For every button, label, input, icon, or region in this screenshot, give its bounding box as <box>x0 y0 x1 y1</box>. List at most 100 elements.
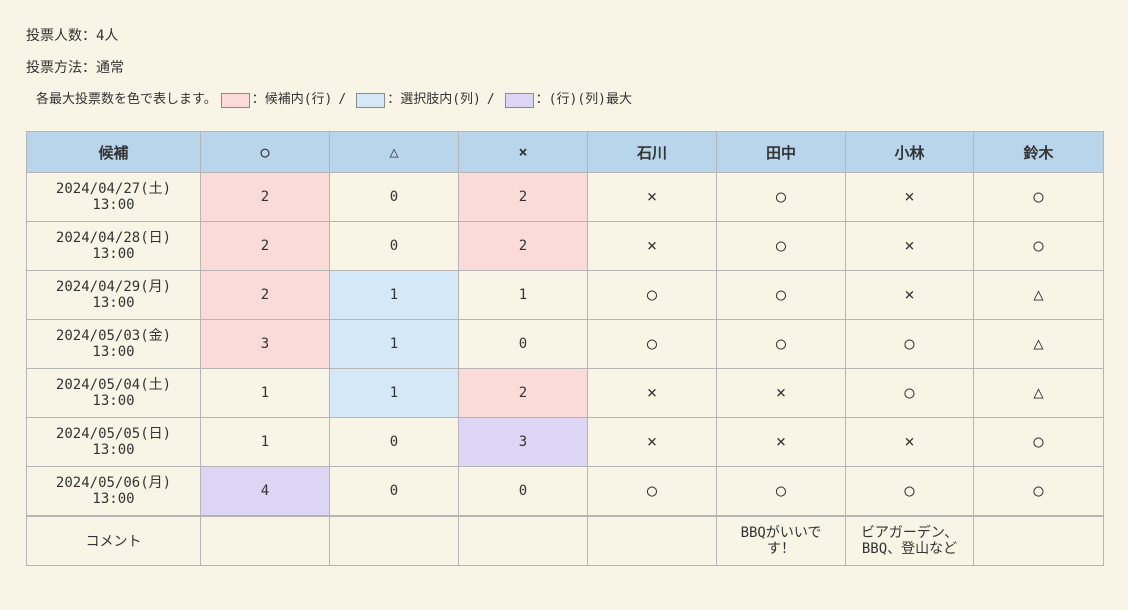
table-header-row: 候補 ○ △ × 石川 田中 小林 鈴木 <box>26 131 1104 173</box>
yes-count-cell: 3 <box>200 319 330 369</box>
comment-text: BBQがいいです！ <box>740 525 822 557</box>
table-row: 2024/05/04(土) 13:00 1 1 2 × × ○ △ <box>26 368 1104 418</box>
comment-cell <box>329 516 459 566</box>
vote-mark-cell: × <box>587 417 717 467</box>
table-row: 2024/04/29(月) 13:00 2 1 1 ○ ○ × △ <box>26 270 1104 320</box>
candidate-date: 2024/04/29(月) <box>55 279 172 295</box>
candidate-date: 2024/05/06(月) <box>55 475 172 491</box>
comment-cell <box>200 516 330 566</box>
no-count-cell: 2 <box>458 172 588 222</box>
yes-count-cell: 1 <box>200 368 330 418</box>
maybe-count-cell: 1 <box>329 319 459 369</box>
candidate-date-cell: 2024/04/27(土) 13:00 <box>26 172 201 222</box>
no-count-cell: 2 <box>458 368 588 418</box>
vote-mark-cell: ○ <box>716 172 846 222</box>
header-maybe-count: △ <box>329 131 459 173</box>
legend-both-swatch <box>504 92 534 108</box>
header-yes-count: ○ <box>200 131 330 173</box>
table-body: 2024/04/27(土) 13:00 2 0 2 × ○ × ○ 2024/04/28(日) 13… <box>26 172 1104 516</box>
candidate-date-cell: 2024/04/28(日) 13:00 <box>26 221 201 271</box>
vote-mark-cell: ○ <box>973 466 1104 516</box>
table-row: 2024/04/27(土) 13:00 2 0 2 × ○ × ○ <box>26 172 1104 222</box>
candidate-time: 13:00 <box>92 246 135 262</box>
yes-count-cell: 2 <box>200 172 330 222</box>
candidate-date-cell: 2024/05/05(日) 13:00 <box>26 417 201 467</box>
vote-mark-cell: ○ <box>973 417 1104 467</box>
maybe-count-cell: 0 <box>329 221 459 271</box>
legend-col-label: ：選択肢内(列) <box>387 92 481 107</box>
vote-mark-cell: × <box>587 221 717 271</box>
comment-cell <box>458 516 588 566</box>
vote-mark-cell: × <box>716 368 846 418</box>
candidate-time: 13:00 <box>92 393 135 409</box>
vote-table: 候補 ○ △ × 石川 田中 小林 鈴木 2024/04/27(土) 13:00 2 0 2 × ○ × ○ 2… <box>26 131 1104 516</box>
candidate-time: 13:00 <box>92 295 135 311</box>
vote-mark-cell: ○ <box>716 221 846 271</box>
comment-text: ビアガーデン、BBQ、登山など <box>860 525 959 557</box>
candidate-time: 13:00 <box>92 344 135 360</box>
yes-count-cell: 2 <box>200 221 330 271</box>
vote-mark-cell: × <box>587 368 717 418</box>
candidate-time: 13:00 <box>92 197 135 213</box>
comment-table: コメント BBQがいいです！ ビアガーデン、BBQ、登山など <box>26 516 1104 566</box>
yes-count-cell: 2 <box>200 270 330 320</box>
header-voter-ishikawa: 石川 <box>587 131 717 173</box>
vote-mark-cell: × <box>587 172 717 222</box>
vote-mark-cell: × <box>845 417 974 467</box>
comment-label: コメント <box>26 516 201 566</box>
vote-mark-cell: ○ <box>845 319 974 369</box>
vote-mark-cell: ○ <box>973 172 1104 222</box>
candidate-time: 13:00 <box>92 442 135 458</box>
table-row: 2024/05/05(日) 13:00 1 0 3 × × × ○ <box>26 417 1104 467</box>
yes-count-cell: 1 <box>200 417 330 467</box>
candidate-date: 2024/05/05(日) <box>55 426 172 442</box>
maybe-count-cell: 1 <box>329 270 459 320</box>
no-count-cell: 2 <box>458 221 588 271</box>
comment-cell <box>973 516 1104 566</box>
vote-mark-cell: ○ <box>845 466 974 516</box>
candidate-date: 2024/04/28(日) <box>55 230 172 246</box>
vote-mark-cell: ○ <box>716 270 846 320</box>
yes-count-cell: 4 <box>200 466 330 516</box>
header-voter-kobayashi: 小林 <box>845 131 974 173</box>
legend-row-label: ：候補内(行) <box>251 92 333 107</box>
legend-row-swatch <box>220 92 250 108</box>
candidate-date: 2024/04/27(土) <box>55 181 172 197</box>
maybe-count-cell: 1 <box>329 368 459 418</box>
header-voter-tanaka: 田中 <box>716 131 846 173</box>
header-no-count: × <box>458 131 588 173</box>
vote-mark-cell: △ <box>973 319 1104 369</box>
no-count-cell: 1 <box>458 270 588 320</box>
candidate-date: 2024/05/03(金) <box>55 328 172 344</box>
maybe-count-cell: 0 <box>329 172 459 222</box>
table-row: 2024/05/06(月) 13:00 4 0 0 ○ ○ ○ ○ <box>26 466 1104 516</box>
candidate-date-cell: 2024/05/04(土) 13:00 <box>26 368 201 418</box>
maybe-count-cell: 0 <box>329 417 459 467</box>
vote-mark-cell: ○ <box>716 319 846 369</box>
header-voter-suzuki: 鈴木 <box>973 131 1104 173</box>
comment-cell: ビアガーデン、BBQ、登山など <box>845 516 974 566</box>
vote-mark-cell: ○ <box>587 270 717 320</box>
legend-separator: / <box>486 92 495 107</box>
vote-mark-cell: ○ <box>716 466 846 516</box>
vote-mark-cell: △ <box>973 270 1104 320</box>
candidate-date-cell: 2024/04/29(月) 13:00 <box>26 270 201 320</box>
candidate-date-cell: 2024/05/06(月) 13:00 <box>26 466 201 516</box>
vote-mark-cell: × <box>845 270 974 320</box>
candidate-time: 13:00 <box>92 491 135 507</box>
candidate-date-cell: 2024/05/03(金) 13:00 <box>26 319 201 369</box>
no-count-cell: 0 <box>458 319 588 369</box>
maybe-count-cell: 0 <box>329 466 459 516</box>
candidate-date: 2024/05/04(土) <box>55 377 172 393</box>
comment-cell: BBQがいいです！ <box>716 516 846 566</box>
vote-mark-cell: × <box>845 221 974 271</box>
legend-col-swatch <box>356 92 386 108</box>
vote-method-text: 投票方法：通常 <box>26 60 124 76</box>
voter-count-text: 投票人数：4人 <box>26 28 119 44</box>
table-row: 2024/05/03(金) 13:00 3 1 0 ○ ○ ○ △ <box>26 319 1104 369</box>
vote-mark-cell: ○ <box>845 368 974 418</box>
legend-both-label: ：(行)(列)最大 <box>535 92 632 107</box>
no-count-cell: 3 <box>458 417 588 467</box>
color-legend: 各最大投票数を色で表します。 ：候補内(行) / ：選択肢内(列) / ：(行)… <box>36 90 632 110</box>
vote-mark-cell: ○ <box>587 319 717 369</box>
